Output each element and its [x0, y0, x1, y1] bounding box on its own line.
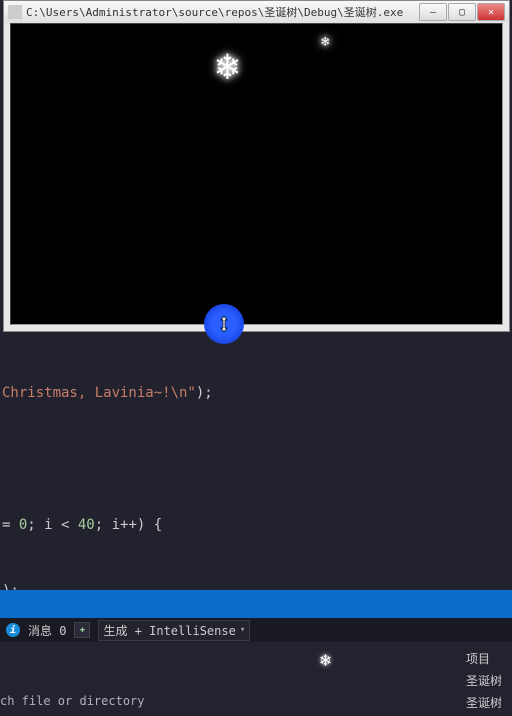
status-strip [0, 590, 512, 618]
console-window: C:\Users\Administrator\source\repos\圣诞树\… [3, 0, 510, 332]
info-icon: i [6, 623, 20, 637]
code-editor[interactable]: Christmas, Lavinia~!\n"); = 0; i < 40; i… [0, 332, 512, 590]
window-title: C:\Users\Administrator\source\repos\圣诞树\… [26, 4, 419, 20]
snowflake-icon: ❄ [321, 34, 329, 50]
close-button[interactable]: ✕ [477, 3, 505, 21]
app-icon [8, 5, 22, 19]
list-item[interactable]: 圣诞树 [466, 670, 502, 692]
output-toolbar: i 消息 0 ✚ 生成 + IntelliSense ▾ [0, 618, 512, 642]
code-line: Christmas, Lavinia~!\n"); [0, 382, 512, 404]
snowflake-icon: ❄ [320, 650, 331, 671]
side-column: 项目 圣诞树 圣诞树 [466, 648, 502, 714]
resize-cursor-icon[interactable] [204, 304, 244, 344]
build-filter-dropdown[interactable]: 生成 + IntelliSense ▾ [98, 620, 250, 641]
chevron-down-icon: ▾ [240, 625, 245, 635]
app-canvas[interactable]: ❄ ❄ [10, 23, 503, 325]
column-header-project[interactable]: 项目 [466, 648, 502, 670]
titlebar[interactable]: C:\Users\Administrator\source\repos\圣诞树\… [4, 1, 509, 23]
code-line: = 0; i < 40; i++) { [0, 514, 512, 536]
filter-icon[interactable]: ✚ [74, 622, 90, 638]
maximize-button[interactable]: ▢ [448, 3, 476, 21]
snowflake-icon: ❄ [216, 44, 239, 88]
code-line: ); [0, 580, 512, 590]
dropdown-label: 生成 + IntelliSense [103, 622, 235, 639]
error-text: ch file or directory [0, 694, 145, 708]
output-panel: ❄ 项目 圣诞树 圣诞树 ch file or directory [0, 642, 512, 716]
code-line [0, 448, 512, 470]
window-buttons: — ▢ ✕ [419, 3, 505, 21]
list-item[interactable]: 圣诞树 [466, 692, 502, 714]
minimize-button[interactable]: — [419, 3, 447, 21]
messages-count[interactable]: 消息 0 [28, 622, 66, 639]
